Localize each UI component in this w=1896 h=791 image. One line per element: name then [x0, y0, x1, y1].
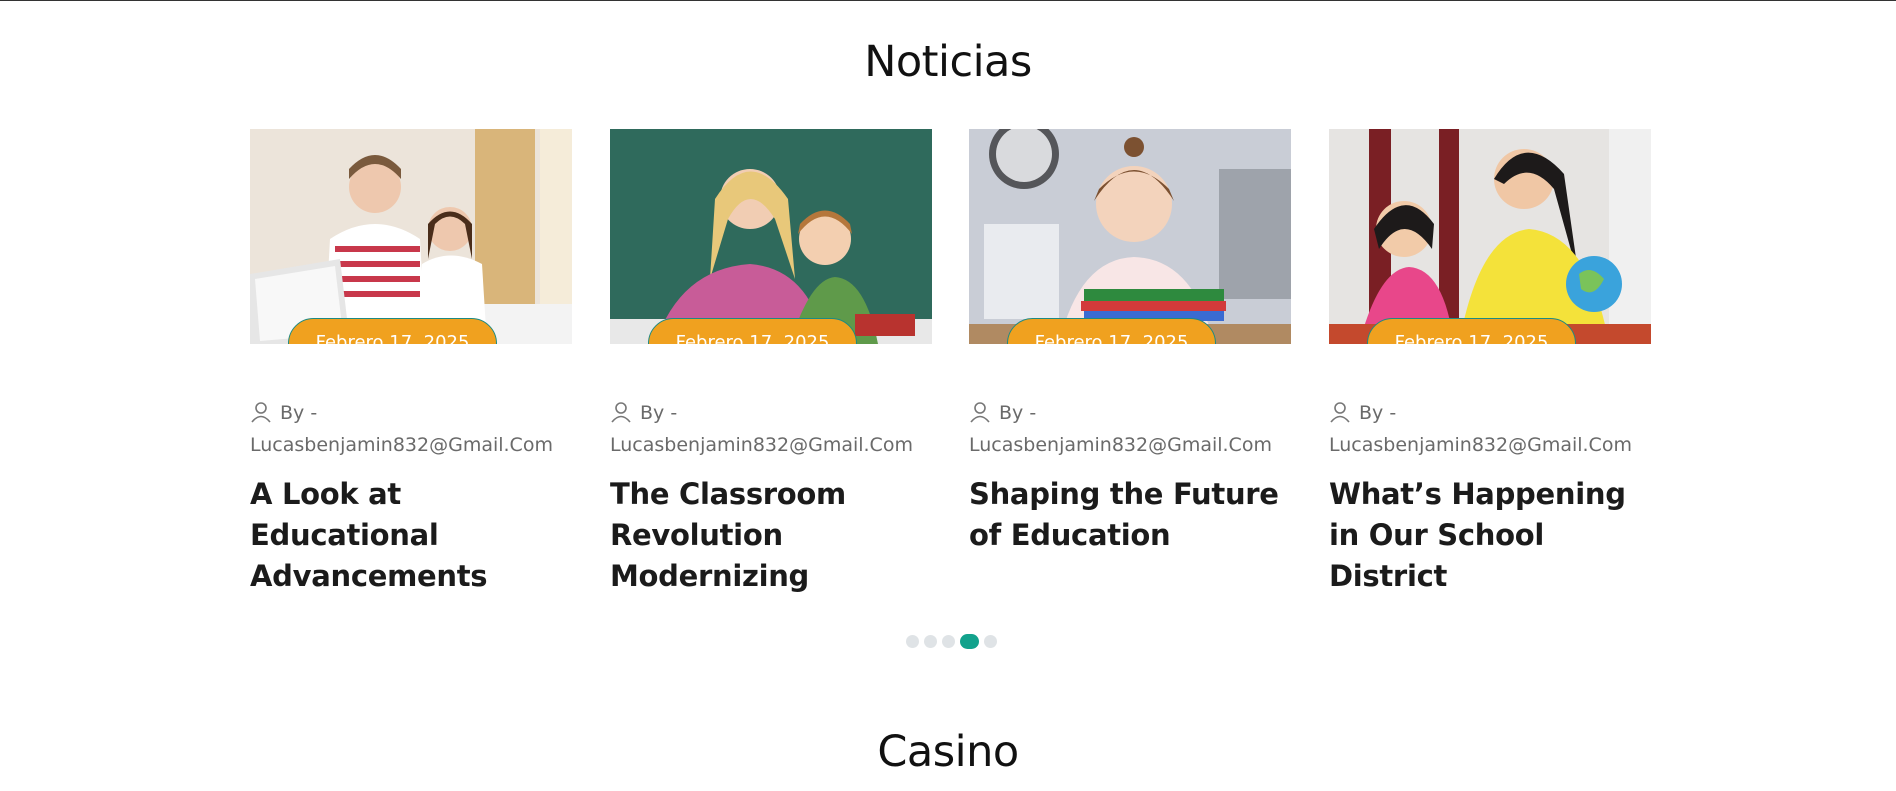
author-email[interactable]: Lucasbenjamin832@Gmail.Com	[610, 434, 913, 456]
pagination-dot-5[interactable]	[984, 634, 997, 648]
user-icon	[1329, 401, 1351, 423]
news-image-teacher-girl-globe	[1329, 129, 1651, 344]
news-card[interactable]: Febrero 17, 2025 By - Lucasbenjamin832@G…	[610, 129, 932, 593]
author-label: By -	[999, 402, 1037, 424]
news-card-image[interactable]: Febrero 17, 2025	[610, 129, 932, 344]
date-badge: Febrero 17, 2025	[1007, 318, 1216, 344]
news-card-title[interactable]: Shaping the Future of Education	[969, 474, 1299, 556]
author-email[interactable]: Lucasbenjamin832@Gmail.Com	[250, 434, 553, 456]
news-card-title[interactable]: The Classroom Revolution Modernizing	[610, 474, 940, 597]
news-image-girl-with-books	[969, 129, 1291, 344]
news-card[interactable]: Febrero 17, 2025 By - Lucasbenjamin832@G…	[250, 129, 572, 593]
author-email[interactable]: Lucasbenjamin832@Gmail.Com	[1329, 434, 1632, 456]
pagination-dot-1[interactable]	[906, 634, 919, 648]
author-label: By -	[640, 402, 678, 424]
news-carousel: Febrero 17, 2025 By - Lucasbenjamin832@G…	[250, 129, 1652, 609]
user-icon	[610, 401, 632, 423]
date-badge: Febrero 17, 2025	[1367, 318, 1576, 344]
author-label: By -	[1359, 402, 1397, 424]
author-email[interactable]: Lucasbenjamin832@Gmail.Com	[969, 434, 1272, 456]
news-card-title[interactable]: What’s Happening in Our School District	[1329, 474, 1659, 597]
author-meta: By - Lucasbenjamin832@Gmail.Com	[1329, 397, 1659, 461]
carousel-pagination	[906, 633, 1002, 649]
page: Noticias Febrero 17, 2025 By - Lucasbenj…	[0, 0, 1896, 791]
section-title-casino: Casino	[877, 727, 1019, 777]
author-meta: By - Lucasbenjamin832@Gmail.Com	[610, 397, 940, 461]
news-card-image[interactable]: Febrero 17, 2025	[969, 129, 1291, 344]
news-card-image[interactable]: Febrero 17, 2025	[1329, 129, 1651, 344]
pagination-dot-2[interactable]	[924, 634, 937, 648]
pagination-dot-4-active[interactable]	[960, 633, 979, 649]
news-image-mother-daughter-laptop	[250, 129, 572, 344]
news-image-teacher-boy-chalkboard	[610, 129, 932, 344]
date-badge: Febrero 17, 2025	[648, 318, 857, 344]
news-card-image[interactable]: Febrero 17, 2025	[250, 129, 572, 344]
user-icon	[969, 401, 991, 423]
user-icon	[250, 401, 272, 423]
author-meta: By - Lucasbenjamin832@Gmail.Com	[969, 397, 1299, 461]
news-card-title[interactable]: A Look at Educational Advancements	[250, 474, 580, 597]
author-meta: By - Lucasbenjamin832@Gmail.Com	[250, 397, 580, 461]
news-card[interactable]: Febrero 17, 2025 By - Lucasbenjamin832@G…	[1329, 129, 1651, 593]
author-label: By -	[280, 402, 318, 424]
news-card[interactable]: Febrero 17, 2025 By - Lucasbenjamin832@G…	[969, 129, 1291, 552]
pagination-dot-3[interactable]	[942, 634, 955, 648]
date-badge: Febrero 17, 2025	[288, 318, 497, 344]
section-title-noticias: Noticias	[864, 37, 1032, 87]
